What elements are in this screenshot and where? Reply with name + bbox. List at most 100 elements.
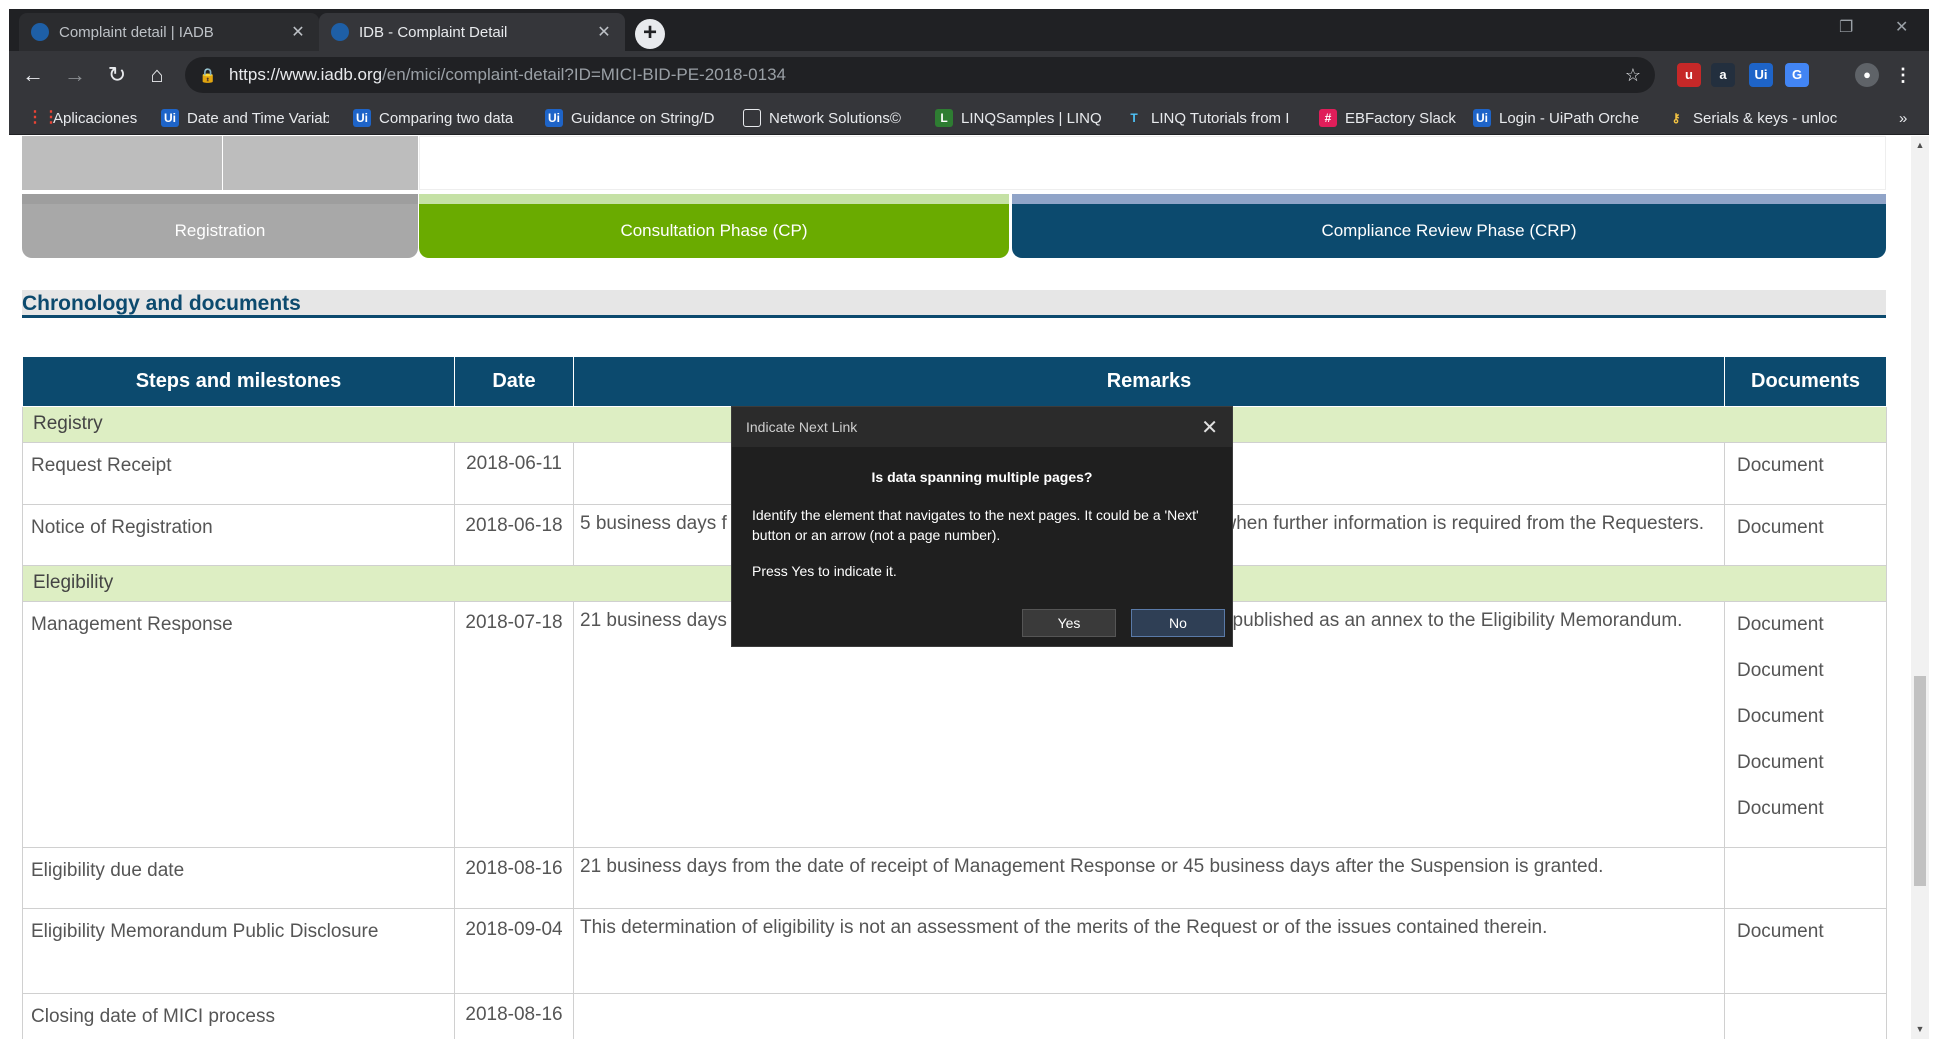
scroll-up-arrow-icon[interactable]: ▲: [1911, 140, 1929, 150]
registration-stripe: [22, 194, 418, 204]
tab-close-icon[interactable]: ✕: [289, 22, 307, 42]
translate-extension-icon[interactable]: G: [1785, 63, 1809, 87]
bookmark-label: EBFactory Slack: [1345, 109, 1456, 127]
registration-phase-button[interactable]: Registration: [22, 204, 418, 258]
bookmarks-bar: ⋮⋮ Aplicaciones Ui Date and Time Variab …: [9, 99, 1929, 135]
bookmark-date-time[interactable]: Ui Date and Time Variab: [161, 107, 329, 129]
document-link[interactable]: Document: [1737, 660, 1878, 706]
tab-title: IDB - Complaint Detail: [359, 23, 508, 41]
bookmark-linq-tutorials[interactable]: T LINQ Tutorials from I: [1125, 107, 1301, 129]
consultation-phase-button[interactable]: Consultation Phase (CP): [419, 204, 1009, 258]
documents-cell: Document Document Document Document Docu…: [1724, 601, 1887, 848]
remarks-text-left: 5 business days f: [580, 513, 727, 534]
uipath-icon: Ui: [353, 109, 371, 127]
documents-cell: [1724, 993, 1887, 1039]
table-row: Eligibility Memorandum Public Disclosure…: [22, 908, 1887, 994]
date-cell: 2018-06-11: [454, 442, 574, 505]
document-link[interactable]: Document: [1737, 455, 1878, 501]
yes-button[interactable]: Yes: [1022, 609, 1116, 637]
bookmark-guidance-string[interactable]: Ui Guidance on String/D: [545, 107, 723, 129]
tab-close-icon[interactable]: ✕: [595, 22, 613, 42]
iadb-favicon-icon: [331, 23, 349, 41]
document-link[interactable]: Document: [1737, 798, 1878, 844]
tutorial-icon: T: [1130, 111, 1138, 125]
remarks-text-left: 21 business days: [580, 610, 727, 631]
more-bookmarks-button[interactable]: »: [1899, 107, 1919, 129]
forward-arrow-icon[interactable]: →: [61, 61, 89, 89]
phase-timeline-area: [419, 136, 1886, 190]
column-header-date: Date: [454, 356, 574, 407]
tab-idb-complaint-detail[interactable]: IDB - Complaint Detail ✕: [319, 13, 625, 51]
menu-kebab-icon[interactable]: ⋮: [1891, 63, 1915, 87]
address-bar[interactable]: 🔒 https://www.iadb.org /en/mici/complain…: [185, 57, 1655, 93]
bookmark-serials-keys[interactable]: ⚷ Serials & keys - unloc: [1667, 107, 1843, 129]
document-link[interactable]: Document: [1737, 614, 1878, 660]
document-link[interactable]: Document: [1737, 517, 1878, 563]
linq-icon: L: [935, 109, 953, 127]
document-link[interactable]: Document: [1737, 921, 1878, 967]
bookmark-aplicaciones[interactable]: ⋮⋮ Aplicaciones: [27, 107, 145, 129]
bookmark-comparing-data[interactable]: Ui Comparing two data: [353, 107, 525, 129]
bookmark-label: LINQ Tutorials from I: [1151, 109, 1290, 127]
ublock-extension-icon[interactable]: u: [1677, 63, 1701, 87]
documents-cell: [1724, 847, 1887, 909]
remarks-cell: [573, 993, 1725, 1039]
dialog-hint: Press Yes to indicate it.: [752, 563, 897, 579]
document-link[interactable]: Document: [1737, 706, 1878, 752]
column-header-documents: Documents: [1724, 356, 1887, 407]
step-cell: Closing date of MICI process: [22, 993, 455, 1039]
table-header-row: Steps and milestones Date Remarks Docume…: [22, 356, 1887, 407]
documents-cell: Document: [1724, 908, 1887, 994]
table-row: Eligibility due date 2018-08-16 21 busin…: [22, 847, 1887, 909]
bookmark-linqsamples[interactable]: L LINQSamples | LINQ: [935, 107, 1103, 129]
new-tab-button[interactable]: +: [635, 19, 665, 49]
uipath-extension-icon[interactable]: Ui: [1749, 63, 1773, 87]
registration-phase-block: [22, 136, 222, 190]
date-cell: 2018-07-18: [454, 601, 574, 848]
amazon-extension-icon[interactable]: a: [1711, 63, 1735, 87]
tab-strip: Complaint detail | IADB ✕ IDB - Complain…: [9, 9, 1929, 51]
lock-icon: 🔒: [199, 66, 217, 83]
profile-avatar-icon[interactable]: ●: [1855, 63, 1879, 87]
key-icon: ⚷: [1671, 111, 1681, 125]
reload-icon[interactable]: ↻: [103, 61, 131, 89]
slack-icon: #: [1319, 109, 1337, 127]
apps-grid-icon: ⋮⋮: [27, 109, 59, 126]
compliance-phase-button[interactable]: Compliance Review Phase (CRP): [1012, 204, 1886, 258]
bookmark-label: Serials & keys - unloc: [1693, 109, 1838, 127]
home-icon[interactable]: ⌂: [143, 61, 171, 89]
step-cell: Notice of Registration: [22, 504, 455, 566]
bookmark-label: Login - UiPath Orche: [1499, 109, 1640, 127]
restore-window-icon[interactable]: ❐: [1839, 17, 1853, 37]
bookmark-ebfactory-slack[interactable]: # EBFactory Slack: [1319, 107, 1469, 129]
bookmark-star-icon[interactable]: ☆: [1625, 65, 1641, 86]
table-row: Closing date of MICI process 2018-08-16: [22, 993, 1887, 1039]
url-host: https://www.iadb.org: [229, 65, 383, 84]
close-window-icon[interactable]: ✕: [1895, 17, 1908, 37]
consultation-stripe: [419, 194, 1009, 204]
step-cell: Eligibility Memorandum Public Disclosure: [22, 908, 455, 994]
bookmark-uipath-orchestrator[interactable]: Ui Login - UiPath Orche: [1473, 107, 1647, 129]
date-cell: 2018-06-18: [454, 504, 574, 566]
uipath-icon: Ui: [161, 109, 179, 127]
document-link[interactable]: Document: [1737, 752, 1878, 798]
date-cell: 2018-08-16: [454, 993, 574, 1039]
bookmark-label: Comparing two data: [379, 109, 514, 127]
browser-toolbar: ← → ↻ ⌂ 🔒 https://www.iadb.org /en/mici/…: [9, 51, 1929, 99]
back-arrow-icon[interactable]: ←: [19, 61, 47, 89]
dialog-question: Is data spanning multiple pages?: [871, 469, 1093, 485]
bookmark-label: Date and Time Variab: [187, 109, 329, 127]
page-scrollbar[interactable]: ▲ ▼: [1911, 136, 1929, 1039]
page-icon: [743, 109, 761, 127]
dialog-close-icon[interactable]: ✕: [1201, 415, 1218, 440]
bookmark-network-solutions[interactable]: Network Solutions©: [743, 107, 919, 129]
tab-complaint-detail-iadb[interactable]: Complaint detail | IADB ✕: [19, 13, 319, 51]
no-button[interactable]: No: [1131, 609, 1225, 637]
compliance-stripe: [1012, 194, 1886, 204]
bookmark-label: Network Solutions©: [769, 109, 901, 127]
remarks-text-right: when further information is required fro…: [1222, 513, 1705, 534]
date-cell: 2018-09-04: [454, 908, 574, 994]
column-header-steps: Steps and milestones: [22, 356, 455, 407]
scroll-down-arrow-icon[interactable]: ▼: [1911, 1024, 1929, 1034]
scrollbar-thumb[interactable]: [1914, 676, 1926, 886]
